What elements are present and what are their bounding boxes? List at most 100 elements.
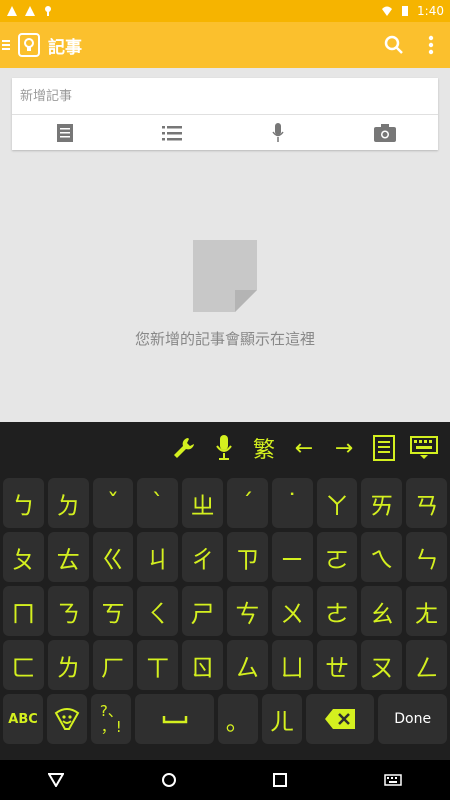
key[interactable]: ㄌ — [47, 640, 89, 690]
keyboard-row-1: ㄅ ㄉ ˇ ˋ ㄓ ˊ ˙ ㄚ ㄞ ㄢ — [0, 478, 450, 528]
keyboard-row-5: ABC ?、 ，! 。 ㄦ Done — [0, 694, 450, 744]
traditional-chinese-button[interactable]: 繁 — [244, 428, 284, 468]
key[interactable]: ㄑ — [137, 586, 179, 636]
microphone-icon — [216, 435, 232, 460]
abc-switch-key[interactable]: ABC — [3, 694, 44, 744]
voice-input-button[interactable] — [204, 428, 244, 468]
note-type-toolbar — [12, 114, 438, 150]
photo-note-button[interactable] — [332, 115, 439, 150]
key[interactable]: ㄨ — [271, 586, 313, 636]
keyboard-row-4: ㄈ ㄌ ㄏ ㄒ ㄖ ㄙ ㄩ ㄝ ㄡ ㄥ — [0, 640, 450, 690]
key[interactable]: ㄋ — [47, 586, 89, 636]
key[interactable]: ㄎ — [92, 586, 134, 636]
space-icon — [162, 716, 187, 724]
bopomofo-keyboard: 繁 ← → ㄅ ㄉ ˇ ˋ ㄓ ˊ ˙ ㄚ ㄞ ㄢ ㄆ ㄊ ㄍ ㄐ ㄔ ㄗ ㄧ … — [0, 422, 450, 760]
keep-logo-icon — [18, 33, 40, 57]
new-note-card — [12, 78, 438, 150]
camera-icon — [373, 123, 396, 142]
home-icon[interactable] — [161, 772, 177, 788]
keyboard-switch-icon[interactable] — [384, 774, 402, 786]
done-key[interactable]: Done — [378, 694, 447, 744]
empty-state: 您新增的記事會顯示在這裡 — [0, 150, 450, 422]
settings-wrench-button[interactable] — [164, 428, 204, 468]
key[interactable]: ㄟ — [361, 532, 403, 582]
recents-icon[interactable] — [273, 773, 288, 787]
alert-icon — [7, 6, 17, 16]
key[interactable]: ˇ — [92, 478, 134, 528]
key[interactable]: ˙ — [271, 478, 313, 528]
backspace-icon — [325, 709, 356, 729]
voice-note-button[interactable] — [225, 115, 332, 150]
status-bar: 1:40 — [0, 0, 450, 22]
key[interactable]: ㄗ — [226, 532, 268, 582]
key[interactable]: ㄥ — [406, 640, 447, 690]
key[interactable]: ㄅ — [3, 478, 44, 528]
punctuation-key[interactable]: ?、 ，! — [91, 694, 132, 744]
alert-icon — [25, 6, 35, 16]
key[interactable]: ㄝ — [316, 640, 358, 690]
key[interactable]: ㄉ — [47, 478, 89, 528]
key[interactable]: ㄤ — [406, 586, 447, 636]
wifi-icon — [382, 6, 393, 16]
key[interactable]: ㄖ — [182, 640, 223, 690]
key[interactable]: ㄣ — [406, 532, 447, 582]
key[interactable]: ㄍ — [92, 532, 134, 582]
cursor-right-button[interactable]: → — [324, 428, 364, 468]
backspace-key[interactable] — [305, 694, 375, 744]
key[interactable]: ㄩ — [271, 640, 313, 690]
search-icon[interactable] — [384, 35, 404, 55]
key[interactable]: ㄆ — [3, 532, 44, 582]
microphone-icon — [272, 122, 284, 142]
key[interactable]: ㄐ — [137, 532, 179, 582]
key[interactable]: ㄕ — [182, 586, 223, 636]
new-note-input[interactable] — [12, 78, 438, 114]
key[interactable]: ㄢ — [406, 478, 447, 528]
text-note-icon — [57, 123, 74, 142]
location-icon — [45, 6, 51, 16]
key[interactable]: ㄛ — [316, 532, 358, 582]
note-icon — [373, 435, 395, 461]
key[interactable]: ㄔ — [182, 532, 223, 582]
er-key[interactable]: ㄦ — [261, 694, 302, 744]
key[interactable]: ㄞ — [361, 478, 403, 528]
key[interactable]: ㄡ — [361, 640, 403, 690]
key[interactable]: ㄚ — [316, 478, 358, 528]
app-title: 記事 — [48, 37, 82, 58]
status-time: 1:40 — [417, 4, 444, 18]
keyboard-hide-icon — [410, 436, 438, 459]
key[interactable]: ㄧ — [271, 532, 313, 582]
empty-state-message: 您新增的記事會顯示在這裡 — [134, 330, 315, 348]
empty-note-icon — [193, 240, 257, 312]
navigation-bar — [0, 760, 450, 800]
key[interactable]: ㄓ — [182, 478, 223, 528]
key[interactable]: ˊ — [226, 478, 268, 528]
key[interactable]: ㄊ — [47, 532, 89, 582]
back-icon[interactable] — [48, 773, 65, 787]
list-note-button[interactable] — [119, 115, 226, 150]
key[interactable]: ㄏ — [92, 640, 134, 690]
emoji-fan-icon — [54, 708, 80, 730]
key[interactable]: ㄇ — [3, 586, 44, 636]
key[interactable]: ㄜ — [316, 586, 358, 636]
period-key[interactable]: 。 — [217, 694, 258, 744]
cursor-left-button[interactable]: ← — [284, 428, 324, 468]
clipboard-button[interactable] — [364, 428, 404, 468]
key[interactable]: ㄘ — [226, 586, 268, 636]
key[interactable]: ㄙ — [226, 640, 268, 690]
key[interactable]: ˋ — [137, 478, 179, 528]
keyboard-row-3: ㄇ ㄋ ㄎ ㄑ ㄕ ㄘ ㄨ ㄜ ㄠ ㄤ — [0, 586, 450, 636]
list-icon — [161, 125, 182, 140]
menu-icon[interactable] — [2, 38, 16, 52]
key[interactable]: ㄈ — [3, 640, 44, 690]
emoji-key[interactable] — [47, 694, 88, 744]
text-note-button[interactable] — [12, 115, 119, 150]
hide-keyboard-button[interactable] — [404, 428, 444, 468]
space-key[interactable] — [135, 694, 214, 744]
key[interactable]: ㄠ — [361, 586, 403, 636]
app-bar: 記事 — [0, 22, 450, 68]
more-options-icon[interactable] — [428, 35, 434, 55]
battery-icon — [402, 6, 409, 16]
keyboard-row-2: ㄆ ㄊ ㄍ ㄐ ㄔ ㄗ ㄧ ㄛ ㄟ ㄣ — [0, 532, 450, 582]
wrench-icon — [174, 438, 194, 458]
key[interactable]: ㄒ — [137, 640, 179, 690]
